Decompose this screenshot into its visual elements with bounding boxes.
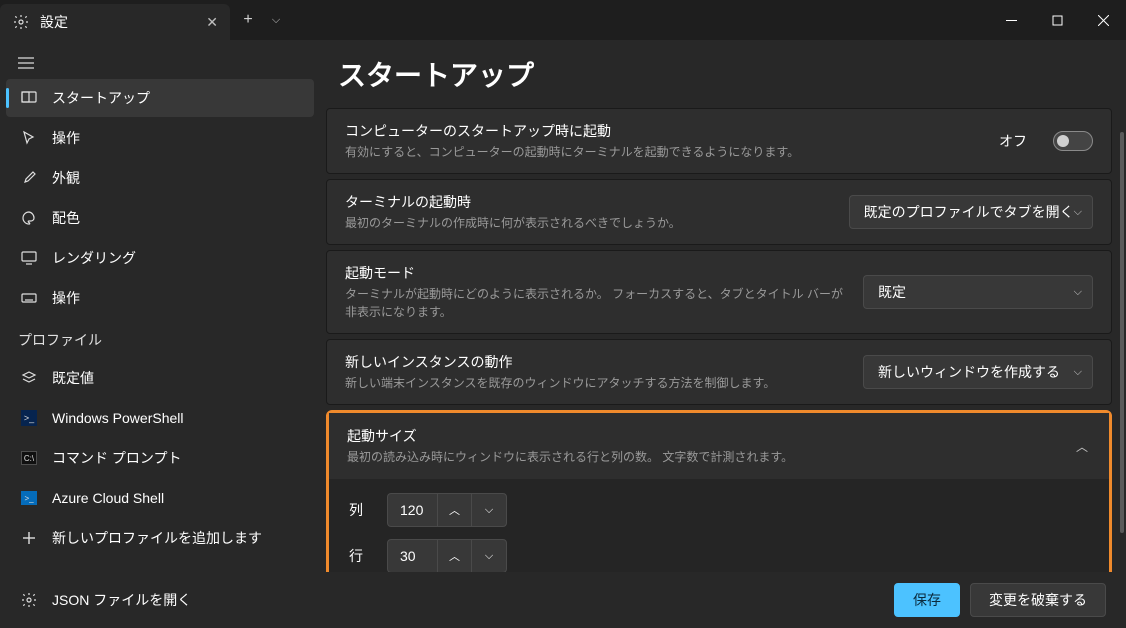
toggle-switch[interactable] xyxy=(1053,131,1093,151)
sidebar-item-label: スタートアップ xyxy=(52,88,150,108)
launch-size-body: 列 120 ︿ ⌵ 行 30 ︿ ⌵ xyxy=(329,479,1109,587)
columns-row: 列 120 ︿ ⌵ xyxy=(349,493,1089,527)
discard-button[interactable]: 変更を破棄する xyxy=(970,583,1106,617)
dropdown-value: 新しいウィンドウを作成する xyxy=(878,362,1060,382)
dropdown-value: 既定のプロファイルでタブを開く xyxy=(864,202,1074,222)
chevron-down-icon: ⌵ xyxy=(1074,206,1082,219)
sidebar-profile-cmd[interactable]: C:\ コマンド プロンプト xyxy=(6,439,314,477)
dropdown[interactable]: 既定 ⌵ xyxy=(863,275,1093,309)
tab-settings[interactable]: 設定 ✕ xyxy=(0,4,230,40)
sidebar-profile-azure[interactable]: >_ Azure Cloud Shell xyxy=(6,479,314,517)
page-title: スタートアップ xyxy=(320,40,1126,108)
keyboard-icon xyxy=(20,290,38,306)
sidebar-item-label: Azure Cloud Shell xyxy=(52,490,164,506)
tab-title: 設定 xyxy=(40,12,68,32)
sidebar-item-label: 操作 xyxy=(52,288,80,308)
step-up-button[interactable]: ︿ xyxy=(438,540,472,572)
new-tab-button[interactable]: + xyxy=(230,11,266,29)
gear-icon xyxy=(20,592,38,608)
sidebar-item-label: 新しいプロファイルを追加します xyxy=(52,528,262,548)
sidebar-item-appearance[interactable]: 外観 xyxy=(6,159,314,197)
sidebar-item-rendering[interactable]: レンダリング xyxy=(6,239,314,277)
setting-launch-mode[interactable]: 起動モード ターミナルが起動時にどのように表示されるか。 フォーカスすると、タブ… xyxy=(326,250,1112,334)
step-down-button[interactable]: ⌵ xyxy=(472,540,506,572)
sidebar-item-label: 既定値 xyxy=(52,368,94,388)
close-window-button[interactable] xyxy=(1080,0,1126,40)
sidebar-item-startup[interactable]: スタートアップ xyxy=(6,79,314,117)
setting-title: 起動モード xyxy=(345,263,845,283)
setting-desc: 最初の読み込み時にウィンドウに表示される行と列の数。 文字数で計測されます。 xyxy=(347,448,1055,466)
window-controls xyxy=(988,0,1126,40)
sidebar-add-profile[interactable]: 新しいプロファイルを追加します xyxy=(6,519,314,557)
sidebar-item-actions[interactable]: 操作 xyxy=(6,279,314,317)
sidebar-profile-powershell[interactable]: >_ Windows PowerShell xyxy=(6,399,314,437)
close-tab-icon[interactable]: ✕ xyxy=(206,14,218,31)
chevron-down-icon: ⌵ xyxy=(1074,366,1082,379)
setting-desc: ターミナルが起動時にどのように表示されるか。 フォーカスすると、タブとタイトル … xyxy=(345,285,845,321)
sidebar-item-label: 配色 xyxy=(52,208,80,228)
rows-input[interactable]: 30 ︿ ⌵ xyxy=(387,539,507,573)
scrollbar[interactable] xyxy=(1120,132,1124,568)
rows-label: 行 xyxy=(349,546,373,566)
columns-input[interactable]: 120 ︿ ⌵ xyxy=(387,493,507,527)
sidebar: スタートアップ 操作 外観 配色 レンダリング 操作 プロファイル 既定値 >_ xyxy=(0,40,320,628)
dropdown[interactable]: 新しいウィンドウを作成する ⌵ xyxy=(863,355,1093,389)
main-content: スタートアップ コンピューターのスタートアップ時に起動 有効にすると、コンピュー… xyxy=(320,40,1126,628)
save-button[interactable]: 保存 xyxy=(894,583,960,617)
scrollbar-thumb[interactable] xyxy=(1120,132,1124,533)
sidebar-item-label: Windows PowerShell xyxy=(52,410,184,426)
setting-terminal-launch[interactable]: ターミナルの起動時 最初のターミナルの作成時に何が表示されるべきでしょうか。 既… xyxy=(326,179,1112,245)
rows-value: 30 xyxy=(388,540,438,572)
setting-title: コンピューターのスタートアップ時に起動 xyxy=(345,121,981,141)
sidebar-open-json[interactable]: JSON ファイルを開く xyxy=(6,581,314,619)
minimize-button[interactable] xyxy=(988,0,1034,40)
sidebar-item-label: レンダリング xyxy=(52,248,136,268)
sidebar-item-label: 外観 xyxy=(52,168,80,188)
chevron-up-icon[interactable]: ︿ xyxy=(1073,438,1091,455)
toggle-state-label: オフ xyxy=(999,131,1027,151)
titlebar: 設定 ✕ + ⌵ xyxy=(0,0,1126,40)
sidebar-item-label: JSON ファイルを開く xyxy=(52,590,191,610)
layers-icon xyxy=(20,370,38,386)
sidebar-item-label: コマンド プロンプト xyxy=(52,448,181,468)
setting-desc: 新しい端末インスタンスを既存のウィンドウにアタッチする方法を制御します。 xyxy=(345,374,845,392)
tab-dropdown-button[interactable]: ⌵ xyxy=(266,14,286,27)
profiles-header: プロファイル xyxy=(0,318,320,358)
startup-icon xyxy=(20,90,38,106)
cmd-icon: C:\ xyxy=(20,451,38,465)
sidebar-item-interaction[interactable]: 操作 xyxy=(6,119,314,157)
rows-row: 行 30 ︿ ⌵ xyxy=(349,539,1089,573)
setting-title: 新しいインスタンスの動作 xyxy=(345,352,845,372)
setting-new-instance[interactable]: 新しいインスタンスの動作 新しい端末インスタンスを既存のウィンドウにアタッチする… xyxy=(326,339,1112,405)
footer: 保存 変更を破棄する xyxy=(320,572,1126,628)
setting-desc: 有効にすると、コンピューターの起動時にターミナルを起動できるようになります。 xyxy=(345,143,981,161)
sidebar-item-label: 操作 xyxy=(52,128,80,148)
plus-icon xyxy=(20,530,38,546)
setting-launch-size-group: 起動サイズ 最初の読み込み時にウィンドウに表示される行と列の数。 文字数で計測さ… xyxy=(326,410,1112,590)
maximize-button[interactable] xyxy=(1034,0,1080,40)
step-down-button[interactable]: ⌵ xyxy=(472,494,506,526)
palette-icon xyxy=(20,210,38,226)
sidebar-profile-defaults[interactable]: 既定値 xyxy=(6,359,314,397)
sidebar-item-colorschemes[interactable]: 配色 xyxy=(6,199,314,237)
dropdown[interactable]: 既定のプロファイルでタブを開く ⌵ xyxy=(849,195,1093,229)
chevron-down-icon: ⌵ xyxy=(1074,286,1082,299)
setting-title: 起動サイズ xyxy=(347,426,1055,446)
columns-label: 列 xyxy=(349,500,373,520)
setting-desc: 最初のターミナルの作成時に何が表示されるべきでしょうか。 xyxy=(345,214,831,232)
powershell-icon: >_ xyxy=(20,410,38,426)
setting-launch-size[interactable]: 起動サイズ 最初の読み込み時にウィンドウに表示される行と列の数。 文字数で計測さ… xyxy=(329,413,1109,479)
menu-toggle-button[interactable] xyxy=(0,50,320,78)
monitor-icon xyxy=(20,250,38,266)
dropdown-value: 既定 xyxy=(878,282,906,302)
brush-icon xyxy=(20,170,38,186)
setting-title: ターミナルの起動時 xyxy=(345,192,831,212)
cursor-icon xyxy=(20,130,38,146)
columns-value: 120 xyxy=(388,494,438,526)
step-up-button[interactable]: ︿ xyxy=(438,494,472,526)
gear-icon xyxy=(12,14,30,30)
setting-launch-on-startup[interactable]: コンピューターのスタートアップ時に起動 有効にすると、コンピューターの起動時にタ… xyxy=(326,108,1112,174)
azure-icon: >_ xyxy=(20,491,38,505)
